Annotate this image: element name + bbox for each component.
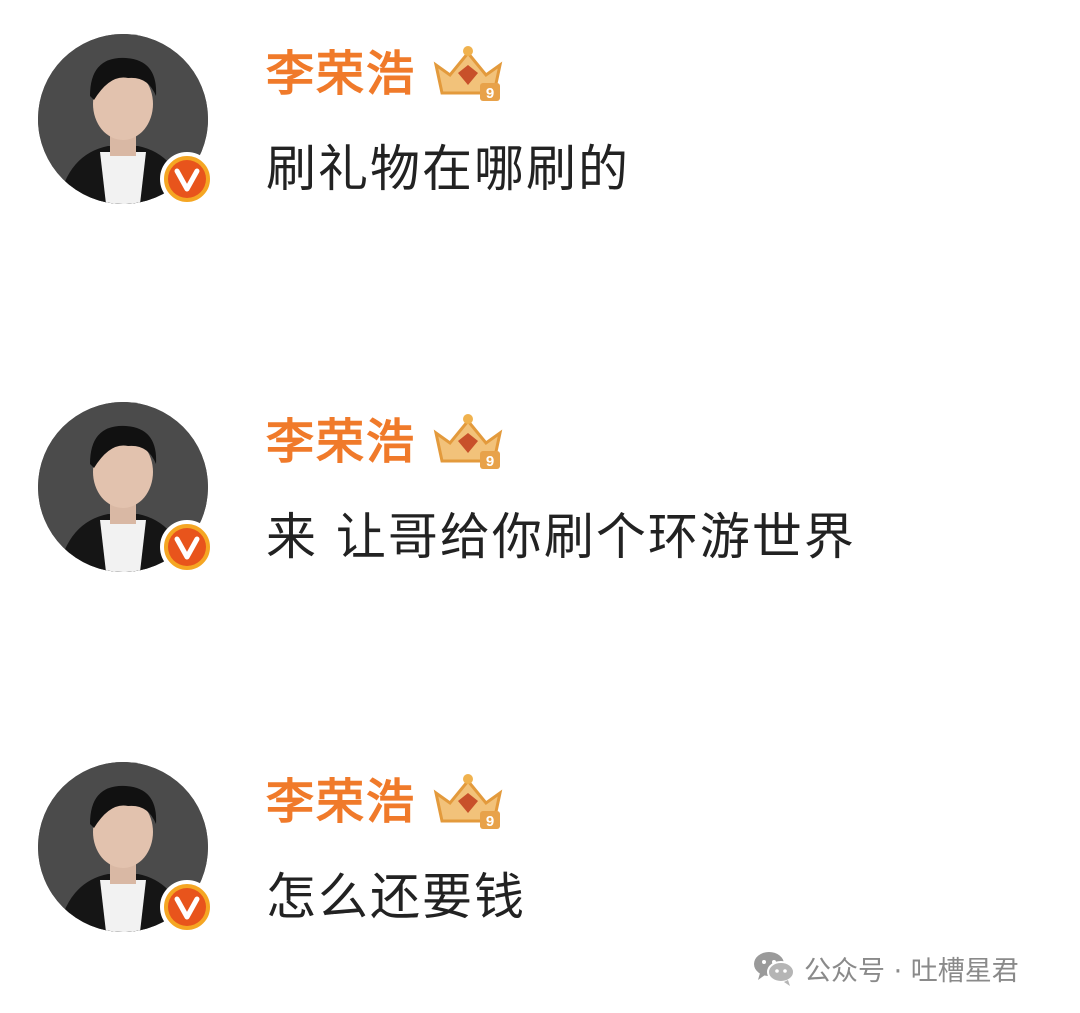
username-row: 李荣浩 9 — [266, 410, 506, 474]
crown-level-number: 9 — [486, 85, 494, 102]
comment-item: 李荣浩 9 刷礼物在哪刷的 — [0, 34, 1080, 234]
verified-badge — [160, 520, 214, 574]
comment-text: 来 让哥给你刷个环游世界 — [266, 508, 856, 566]
username[interactable]: 李荣浩 — [266, 410, 416, 474]
verified-v-icon — [168, 160, 206, 198]
wechat-icon — [754, 952, 795, 986]
comment-text: 刷礼物在哪刷的 — [266, 140, 630, 198]
crown-level-icon: 9 — [433, 414, 503, 470]
username-row: 李荣浩 9 — [266, 770, 506, 834]
verified-v-icon — [168, 888, 206, 926]
username-row: 李荣浩 9 — [266, 42, 506, 106]
watermark: 公众号 · 吐槽星君 — [752, 946, 1019, 990]
avatar-container[interactable] — [38, 34, 214, 206]
crown-level-icon: 9 — [433, 774, 503, 830]
verified-v-icon — [168, 528, 206, 566]
comment-item: 李荣浩 9 怎么还要钱 — [0, 762, 1080, 962]
verified-badge — [160, 152, 214, 206]
watermark-label: 公众号 · 吐槽星君 — [804, 955, 1019, 987]
username[interactable]: 李荣浩 — [266, 770, 416, 834]
verified-badge — [160, 880, 214, 934]
crown-level-number: 9 — [486, 453, 494, 470]
comment-item: 李荣浩 9 来 让哥给你刷个环游世界 — [0, 402, 1080, 602]
avatar-container[interactable] — [38, 402, 214, 574]
comment-text: 怎么还要钱 — [266, 868, 526, 926]
avatar-container[interactable] — [38, 762, 214, 934]
username[interactable]: 李荣浩 — [266, 42, 416, 106]
crown-level-number: 9 — [486, 813, 494, 830]
crown-level-icon: 9 — [433, 46, 503, 102]
